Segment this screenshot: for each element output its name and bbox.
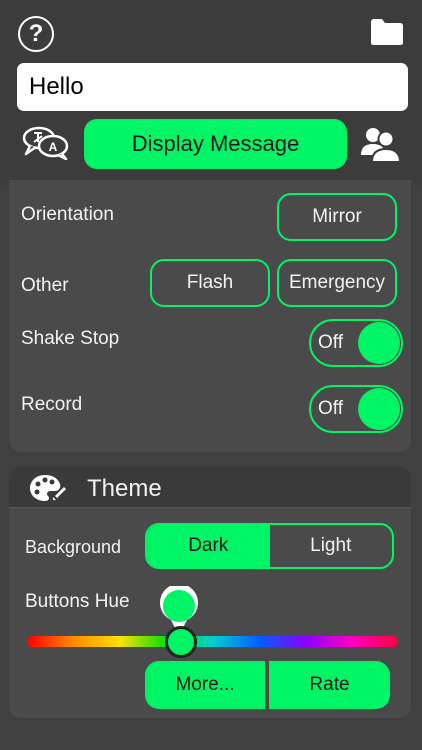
settings-panel: Orientation Mirror Other Flash Emergency…	[9, 180, 411, 452]
message-input[interactable]	[17, 63, 408, 111]
people-icon[interactable]	[360, 125, 402, 163]
top-bar: ? A Display Message	[0, 0, 422, 185]
palette-icon	[30, 475, 66, 501]
hue-slider-thumb[interactable]	[165, 626, 197, 658]
buttons-hue-label: Buttons Hue	[25, 591, 130, 612]
theme-title: Theme	[87, 475, 162, 502]
background-light-option[interactable]: Light	[270, 525, 393, 567]
theme-panel: Theme Background Dark Light Buttons Hue …	[9, 466, 411, 718]
background-dark-option[interactable]: Dark	[147, 525, 270, 567]
svg-text:A: A	[49, 140, 58, 154]
more-button[interactable]: More...	[145, 661, 265, 709]
background-segmented-control: Dark Light	[145, 523, 394, 569]
question-circle-icon[interactable]: ?	[18, 16, 54, 52]
speech-translate-icon[interactable]: A	[22, 126, 70, 160]
display-message-button[interactable]: Display Message	[84, 119, 347, 169]
emergency-button[interactable]: Emergency	[277, 259, 397, 307]
help-symbol: ?	[28, 20, 44, 47]
shake-stop-label: Shake Stop	[21, 328, 120, 349]
folder-icon[interactable]	[370, 18, 404, 46]
shake-stop-toggle[interactable]: Off	[309, 319, 403, 367]
record-label: Record	[21, 394, 83, 415]
mirror-button[interactable]: Mirror	[277, 193, 397, 241]
record-toggle-text: Off	[318, 398, 343, 419]
other-label: Other	[21, 275, 69, 296]
toggle-knob	[358, 322, 400, 364]
orientation-label: Orientation	[21, 204, 114, 225]
hue-slider-track[interactable]	[27, 636, 398, 647]
toggle-knob	[358, 388, 400, 430]
shake-stop-toggle-text: Off	[318, 332, 343, 353]
theme-header: Theme	[9, 466, 411, 508]
record-toggle[interactable]: Off	[309, 385, 403, 433]
flash-button[interactable]: Flash	[150, 259, 270, 307]
rate-button[interactable]: Rate	[269, 661, 390, 709]
background-label: Background	[25, 537, 122, 557]
